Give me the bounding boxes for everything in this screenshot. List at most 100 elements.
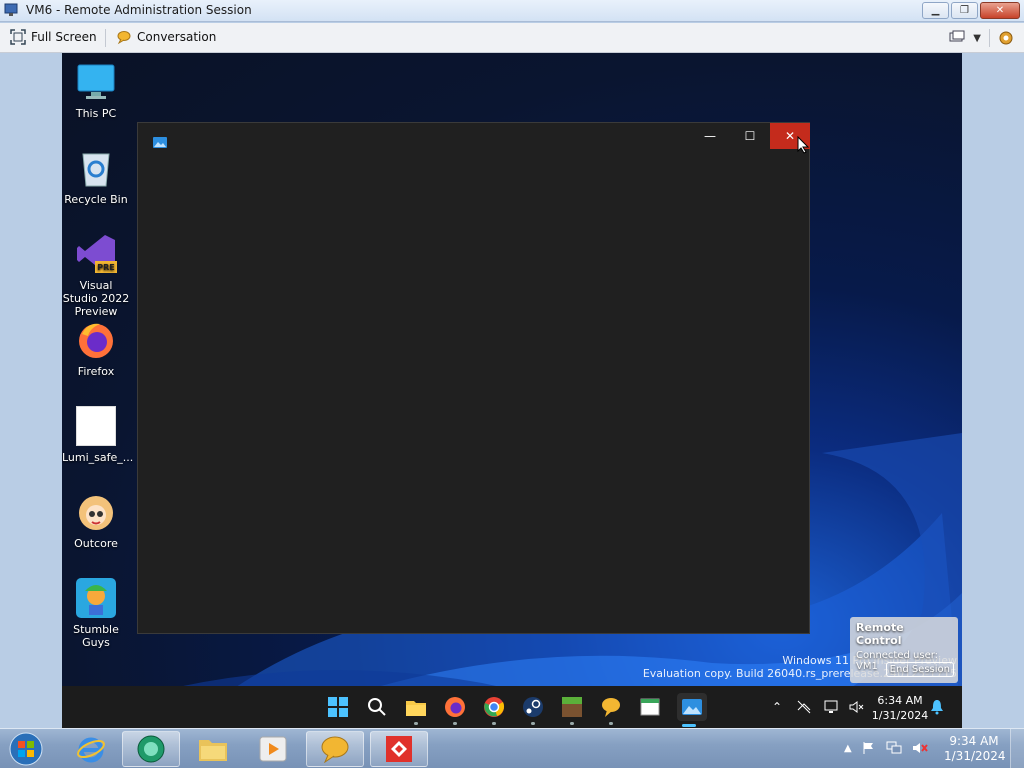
- host-taskbar-app-red[interactable]: [370, 731, 428, 767]
- host-taskbar-media-player[interactable]: [244, 731, 302, 767]
- desktop-icon-outcore[interactable]: Outcore: [62, 491, 130, 550]
- remote-desktop[interactable]: This PC Recycle Bin PRE Visual Studio 20…: [62, 53, 962, 728]
- photos-app-icon: [153, 137, 167, 148]
- desktop-icon-stumble-guys[interactable]: Stumble Guys: [62, 577, 130, 649]
- remote-taskbar: ⌃ 6:34 AM 1/31/2024: [62, 686, 962, 728]
- network-icon[interactable]: [886, 741, 902, 755]
- taskbar-chat[interactable]: [599, 695, 623, 725]
- full-screen-label: Full Screen: [31, 30, 97, 44]
- toolbar-divider-right: [989, 29, 990, 47]
- taskbar-chrome[interactable]: [482, 695, 506, 725]
- notepad-icon: [640, 698, 660, 716]
- taskbar-minecraft[interactable]: [560, 695, 584, 725]
- desktop-icon-label: Outcore: [74, 537, 118, 550]
- volume-muted-icon[interactable]: [912, 741, 928, 755]
- show-hidden-icons-chevron-icon[interactable]: ⌃: [768, 700, 786, 714]
- show-hidden-icons-icon[interactable]: ▲: [844, 743, 852, 754]
- desktop-icon-label: This PC: [75, 107, 117, 120]
- file-explorer-icon: [406, 701, 426, 716]
- display-icon[interactable]: [949, 30, 965, 46]
- host-clock[interactable]: 9:34 AM 1/31/2024: [944, 734, 1006, 764]
- window-maximize-button[interactable]: ☐: [730, 123, 770, 149]
- host-taskbar-conversation[interactable]: [306, 731, 364, 767]
- app-window[interactable]: — ☐ ✕: [137, 122, 810, 634]
- host-tray: ▲: [844, 741, 928, 755]
- desktop-icon-this-pc[interactable]: This PC: [62, 61, 130, 120]
- desktop-icon-visual-studio[interactable]: PRE Visual Studio 2022 Preview: [62, 233, 130, 318]
- desktop-icon-firefox[interactable]: Firefox: [62, 319, 130, 378]
- chrome-icon: [484, 697, 505, 717]
- remote-admin-app-icon: [4, 3, 18, 16]
- show-desktop-button[interactable]: [1010, 729, 1024, 768]
- taskbar-firefox[interactable]: [443, 695, 467, 725]
- desktop-icon-label: Visual Studio 2022 Preview: [62, 279, 130, 318]
- conversation-icon: [117, 31, 131, 45]
- window-title: VM6 - Remote Administration Session: [26, 3, 252, 17]
- visual-studio-icon: PRE: [77, 235, 117, 273]
- remote-tray: ⌃: [768, 686, 786, 728]
- host-clock-time: 9:34 AM: [949, 734, 999, 748]
- taskbar-photos[interactable]: [677, 693, 707, 727]
- host-close-button[interactable]: ✕: [980, 2, 1020, 19]
- conversation-label: Conversation: [137, 30, 217, 44]
- display-dropdown-icon[interactable]: ▼: [973, 33, 981, 44]
- remote-control-panel: Remote Control Connected user: VM1 End S…: [850, 617, 958, 683]
- desktop-icon-recycle-bin[interactable]: Recycle Bin: [62, 147, 130, 206]
- display-icon[interactable]: [824, 699, 840, 715]
- photos-icon: [682, 699, 702, 715]
- network-disconnected-icon[interactable]: [796, 699, 812, 715]
- toolbar-divider: [105, 29, 106, 47]
- settings-gear-icon[interactable]: [998, 30, 1014, 46]
- conversation-button[interactable]: Conversation: [116, 29, 216, 45]
- taskbar-notepad[interactable]: [638, 695, 662, 719]
- host-minimize-button[interactable]: ▁: [922, 2, 949, 19]
- remote-clock-date: 1/31/2024: [871, 709, 929, 722]
- firefox-icon: [445, 697, 465, 717]
- taskbar-file-explorer[interactable]: [404, 695, 428, 725]
- internet-explorer-icon: [77, 737, 105, 763]
- host-taskbar-remote-admin[interactable]: [122, 731, 180, 767]
- start-icon: [328, 697, 348, 717]
- red-diamond-app-icon: [386, 736, 412, 762]
- desktop-icon-label: Stumble Guys: [73, 623, 119, 649]
- host-taskbar-ie[interactable]: [62, 731, 120, 767]
- fullscreen-icon: [10, 29, 26, 45]
- remote-control-title: Remote Control: [856, 621, 904, 647]
- window-minimize-button[interactable]: —: [690, 123, 730, 149]
- desktop-icon-label: Firefox: [77, 365, 115, 378]
- taskbar-steam[interactable]: [521, 695, 545, 725]
- chat-bubble-icon: [602, 698, 620, 717]
- notification-bell-icon[interactable]: [930, 699, 944, 715]
- chat-bubble-icon: [321, 736, 349, 763]
- host-taskbar-explorer[interactable]: [184, 731, 242, 767]
- blank-file-icon: [76, 406, 116, 446]
- host-clock-date: 1/31/2024: [944, 749, 1006, 763]
- media-player-icon: [259, 736, 287, 762]
- desktop-icon-label: Lumi_safe_...: [62, 451, 134, 464]
- desktop-icon-label: Recycle Bin: [64, 193, 128, 206]
- search-icon: [368, 698, 386, 716]
- end-session-button[interactable]: End Session: [885, 662, 954, 677]
- action-center-flag-icon[interactable]: [862, 741, 876, 755]
- steam-icon: [523, 697, 543, 717]
- minecraft-icon: [562, 697, 582, 717]
- monitor-icon: [77, 64, 115, 99]
- host-title-bar: VM6 - Remote Administration Session ▁ ❐ …: [0, 0, 1024, 22]
- search-button[interactable]: [365, 695, 389, 719]
- svg-text:PRE: PRE: [97, 263, 115, 272]
- host-restore-button[interactable]: ❐: [951, 2, 978, 19]
- recycle-bin-icon: [82, 153, 110, 187]
- start-button[interactable]: [326, 695, 350, 719]
- remote-admin-icon: [137, 735, 165, 763]
- volume-muted-icon[interactable]: [848, 699, 864, 715]
- mouse-cursor-icon: [797, 136, 809, 154]
- host-toolbar: Full Screen Conversation ▼: [0, 23, 1024, 53]
- remote-clock-time: 6:34 AM: [877, 694, 923, 707]
- remote-clock[interactable]: 6:34 AM 1/31/2024: [870, 693, 930, 723]
- desktop-icon-lumi-safe[interactable]: Lumi_safe_...: [62, 405, 134, 464]
- outcore-icon: [79, 496, 113, 530]
- windows-start-orb-icon[interactable]: [6, 731, 46, 767]
- firefox-icon: [79, 323, 113, 358]
- host-taskbar: ▲ 9:34 AM 1/31/2024: [0, 728, 1024, 768]
- full-screen-button[interactable]: Full Screen: [10, 29, 97, 45]
